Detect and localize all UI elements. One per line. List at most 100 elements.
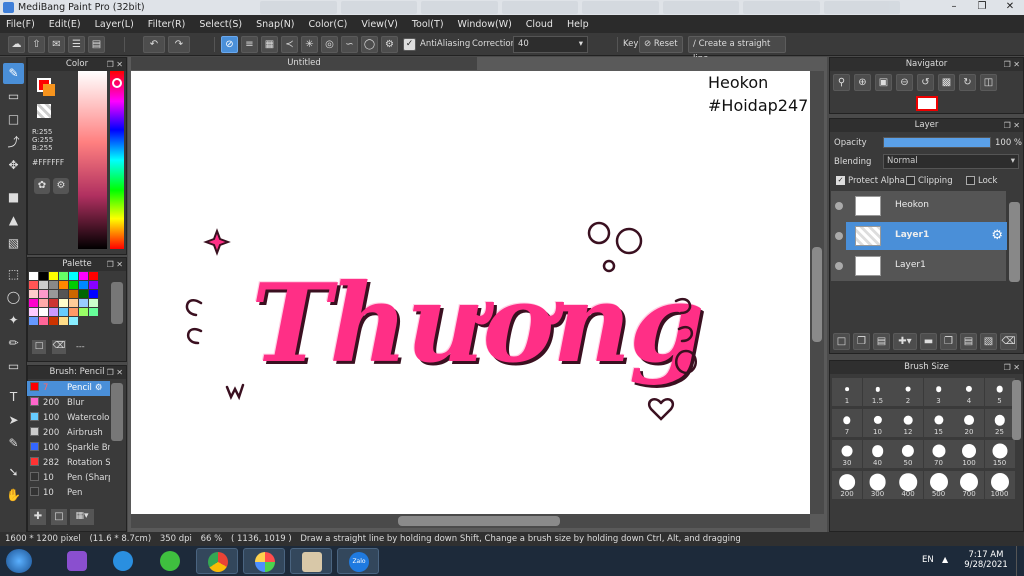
grid-snap-icon[interactable]: ▦ bbox=[261, 36, 278, 53]
brush-page-icon[interactable]: □ bbox=[51, 509, 67, 525]
brush-size-cell[interactable]: 50 bbox=[893, 440, 923, 468]
minimize-button[interactable]: – bbox=[940, 0, 968, 15]
gear-icon[interactable]: ⚙ bbox=[991, 228, 1003, 243]
brush-size-cell[interactable]: 200 bbox=[832, 471, 862, 499]
document-tab[interactable]: Untitled bbox=[131, 57, 477, 70]
blending-select[interactable]: Normal ▾ bbox=[883, 154, 1019, 169]
snap-off-icon[interactable]: ⊘ bbox=[221, 36, 238, 53]
brush-item[interactable]: 282 Rotation Symmetry bbox=[27, 456, 110, 471]
brush-item[interactable]: 200 Airbrush bbox=[27, 426, 110, 441]
share-icon[interactable]: ⇧ bbox=[28, 36, 45, 53]
layer-row[interactable]: Heokon bbox=[831, 192, 1006, 220]
palette-swatch[interactable] bbox=[79, 281, 88, 289]
brush-size-cell[interactable]: 15 bbox=[923, 409, 954, 437]
panel-close-icon[interactable]: ❐ ✕ bbox=[1004, 361, 1020, 374]
layer-scrollbar[interactable] bbox=[1009, 202, 1020, 282]
brush-size-cell[interactable]: 1000 bbox=[984, 471, 1015, 499]
brush-item[interactable]: 10 Pen bbox=[27, 486, 110, 501]
eye-icon[interactable] bbox=[835, 202, 843, 210]
select-tool-icon[interactable]: ⬚ bbox=[3, 264, 24, 285]
palette-swatch[interactable] bbox=[89, 308, 98, 316]
copy-layer-icon[interactable]: ▤ bbox=[873, 333, 890, 350]
chat-icon[interactable]: ☰ bbox=[68, 36, 85, 53]
palette-swatch[interactable] bbox=[69, 317, 78, 325]
palette-swatch[interactable] bbox=[29, 290, 38, 298]
lock-checkbox[interactable] bbox=[966, 176, 975, 185]
palette-swatch[interactable] bbox=[59, 281, 68, 289]
brush-item[interactable]: 100 Sparkle Brush bbox=[27, 441, 110, 456]
brush-size-cell[interactable]: 30 bbox=[832, 440, 862, 468]
palette-swatch[interactable] bbox=[69, 281, 78, 289]
bucket-tool-icon[interactable]: ▲ bbox=[3, 210, 24, 231]
circle-snap-icon[interactable]: ◯ bbox=[361, 36, 378, 53]
transform-tool-icon[interactable]: ✥ bbox=[3, 155, 24, 176]
palette-swatch[interactable] bbox=[39, 308, 48, 316]
rotate-left-icon[interactable]: ↺ bbox=[917, 74, 934, 91]
radial-snap-icon[interactable]: ✳ bbox=[301, 36, 318, 53]
brush-menu-icon[interactable]: ▦▾ bbox=[70, 509, 94, 525]
panel-close-icon[interactable]: ❐ ✕ bbox=[107, 366, 123, 379]
color-settings-icon[interactable]: ⚙ bbox=[53, 178, 69, 194]
eyedropper-icon[interactable]: ➘ bbox=[3, 462, 24, 483]
brush-size-cell[interactable]: 500 bbox=[923, 471, 954, 499]
select-eraser-icon[interactable]: ▭ bbox=[3, 356, 24, 377]
menu-file[interactable]: File(F) bbox=[6, 19, 35, 30]
palette-swatch[interactable] bbox=[39, 290, 48, 298]
new-palette-icon[interactable]: □ bbox=[32, 340, 46, 354]
layer-row[interactable]: Layer1 bbox=[831, 252, 1006, 280]
move-tool-icon[interactable]: ⤴ bbox=[3, 132, 24, 153]
redo-icon[interactable]: ↷ bbox=[168, 36, 190, 53]
windows-start-icon[interactable] bbox=[6, 549, 32, 573]
lasso-tool-icon[interactable]: ◯ bbox=[3, 287, 24, 308]
palette-swatch[interactable] bbox=[39, 272, 48, 280]
palette-swatch[interactable] bbox=[59, 308, 68, 316]
palette-swatch[interactable] bbox=[49, 281, 58, 289]
brush-size-cell[interactable]: 12 bbox=[893, 409, 923, 437]
protect-alpha-checkbox[interactable]: ✓ bbox=[836, 176, 845, 185]
magic-wand-icon[interactable]: ✦ bbox=[3, 310, 24, 331]
menu-color[interactable]: Color(C) bbox=[309, 19, 348, 30]
menu-snap[interactable]: Snap(N) bbox=[256, 19, 294, 30]
divide-tool-icon[interactable]: ✎ bbox=[3, 433, 24, 454]
palette-swatch[interactable] bbox=[39, 299, 48, 307]
brush-item[interactable]: 100 Watercolor bbox=[27, 411, 110, 426]
panel-close-icon[interactable]: ❐ ✕ bbox=[1004, 119, 1020, 132]
taskbar-paint[interactable] bbox=[290, 548, 332, 574]
brush-size-cell[interactable]: 150 bbox=[984, 440, 1015, 468]
brush-size-cell[interactable]: 10 bbox=[862, 409, 893, 437]
saturation-value-picker[interactable] bbox=[78, 71, 107, 249]
panel-close-icon[interactable]: ❐ ✕ bbox=[107, 258, 123, 271]
navigator-thumbnail[interactable] bbox=[916, 96, 938, 111]
palette-swatch[interactable] bbox=[59, 317, 68, 325]
palette-swatch[interactable] bbox=[79, 299, 88, 307]
fill-rect-tool-icon[interactable]: ■ bbox=[3, 187, 24, 208]
brush-size-cell[interactable]: 4 bbox=[954, 378, 984, 406]
brush-size-cell[interactable]: 1 bbox=[832, 378, 862, 406]
tray-chevron-icon[interactable]: ▲ bbox=[942, 555, 948, 564]
eye-icon[interactable] bbox=[835, 262, 843, 270]
zoom-out-icon[interactable]: ⊖ bbox=[896, 74, 913, 91]
palette-swatch[interactable] bbox=[29, 272, 38, 280]
add-layer-menu-icon[interactable]: ✚▾ bbox=[893, 333, 917, 350]
palette-swatch[interactable] bbox=[69, 272, 78, 280]
brush-size-cell[interactable]: 5 bbox=[984, 378, 1015, 406]
brush-size-cell[interactable]: 300 bbox=[862, 471, 893, 499]
duplicate-layer-icon[interactable]: ❐ bbox=[853, 333, 870, 350]
taskbar-medibang[interactable] bbox=[243, 548, 285, 574]
hue-handle[interactable] bbox=[112, 78, 122, 88]
clipping-checkbox[interactable] bbox=[906, 176, 915, 185]
brush-size-cell[interactable]: 20 bbox=[954, 409, 984, 437]
palette-swatch[interactable] bbox=[49, 299, 58, 307]
eye-icon[interactable] bbox=[835, 232, 843, 240]
brush-scrollbar[interactable] bbox=[111, 383, 123, 441]
maximize-button[interactable]: ❐ bbox=[968, 0, 996, 15]
panel-close-icon[interactable]: ❐ ✕ bbox=[1004, 58, 1020, 71]
menu-help[interactable]: Help bbox=[567, 19, 589, 30]
zoom-in-icon[interactable]: ⊕ bbox=[854, 74, 871, 91]
palette-swatch[interactable] bbox=[89, 272, 98, 280]
correction-select[interactable]: 40 ▾ bbox=[513, 36, 588, 53]
brush-size-cell[interactable]: 25 bbox=[984, 409, 1015, 437]
brush-size-scrollbar[interactable] bbox=[1012, 380, 1021, 440]
concentric-snap-icon[interactable]: ◎ bbox=[321, 36, 338, 53]
palette-swatch[interactable] bbox=[69, 308, 78, 316]
